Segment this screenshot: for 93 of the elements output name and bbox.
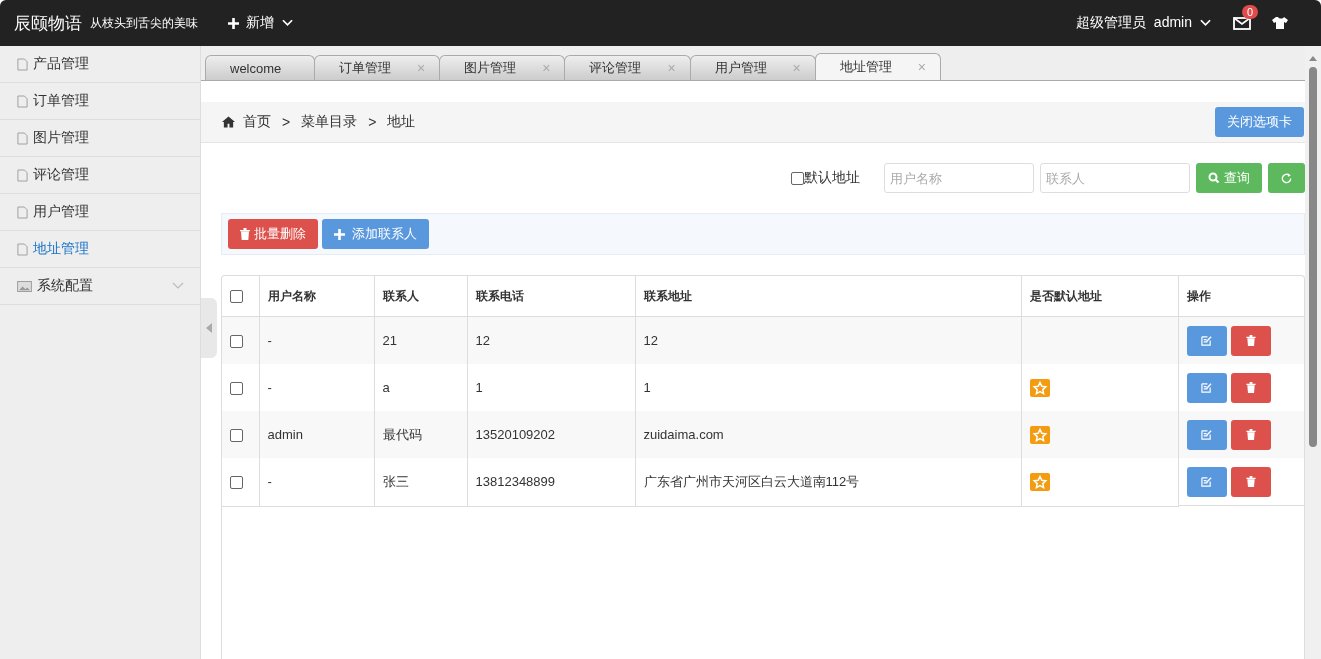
sidebar-item[interactable]: 产品管理	[0, 46, 200, 83]
table-cell: admin	[267, 427, 303, 442]
chevron-down-icon	[282, 19, 293, 27]
select-all-checkbox[interactable]	[230, 290, 243, 304]
row-checkbox[interactable]	[230, 335, 243, 349]
table-cell: 12	[643, 333, 658, 348]
table-cell: 1	[475, 380, 483, 395]
contact-field[interactable]: 联系人	[1040, 163, 1190, 193]
username-field[interactable]: 用户名称	[884, 163, 1034, 193]
edit-icon	[1201, 429, 1212, 440]
tab[interactable]: 地址管理 ×	[814, 53, 941, 80]
table-cell: 广东省广州市天河区白云大道南112号	[643, 473, 860, 489]
edit-button[interactable]	[1186, 372, 1227, 403]
sidebar-item[interactable]: 地址管理	[0, 231, 200, 268]
sidebar-item[interactable]: 系统配置	[0, 268, 200, 305]
delete-button[interactable]	[1230, 466, 1271, 497]
delete-button[interactable]	[1230, 325, 1271, 356]
edit-icon	[1201, 476, 1212, 487]
trash-icon	[1245, 476, 1256, 487]
row-checkbox[interactable]	[230, 476, 243, 490]
sidebar-toggle[interactable]	[201, 298, 217, 358]
breadcrumb-link[interactable]: 菜单目录	[301, 113, 358, 131]
edit-button[interactable]	[1186, 466, 1227, 497]
column-header: 用户名称	[267, 288, 316, 303]
trash-icon	[240, 228, 250, 240]
triangle-up-icon	[1309, 56, 1317, 61]
sidebar-item[interactable]: 用户管理	[0, 194, 200, 231]
tshirt-icon[interactable]	[1271, 16, 1289, 30]
table-cell: 13520109202	[475, 427, 556, 442]
breadcrumb-separator: >	[282, 114, 291, 130]
breadcrumb-link[interactable]: 地址	[387, 113, 416, 131]
sidebar-item[interactable]: 评论管理	[0, 157, 200, 194]
scrollbar[interactable]	[1305, 46, 1321, 659]
table-cell: -	[267, 380, 272, 395]
breadcrumb-separator: >	[368, 114, 377, 130]
chevron-down-icon	[172, 282, 184, 290]
delete-button[interactable]	[1230, 372, 1271, 403]
column-header: 联系地址	[643, 288, 692, 303]
refresh-button[interactable]	[1268, 163, 1305, 193]
mail-count-badge: 0	[1242, 4, 1259, 19]
triangle-left-icon	[206, 323, 212, 333]
table-cell: -	[267, 333, 272, 348]
table-cell: zuidaima.com	[643, 427, 724, 442]
sidebar-item[interactable]: 订单管理	[0, 83, 200, 120]
chevron-down-icon	[1200, 19, 1211, 27]
mail-icon[interactable]	[1233, 16, 1251, 30]
document-icon	[17, 94, 28, 108]
table-cell: 最代码	[382, 426, 422, 442]
breadcrumb-link[interactable]: 首页	[243, 113, 271, 131]
tab[interactable]: 用户管理 ×	[689, 55, 816, 80]
trash-icon	[1245, 429, 1256, 440]
tab[interactable]: welcome	[205, 55, 315, 80]
edit-button[interactable]	[1186, 325, 1227, 356]
plus-icon	[334, 228, 345, 240]
new-menu[interactable]: 新增	[228, 14, 293, 32]
column-header: 联系人	[382, 288, 419, 303]
tab[interactable]: 评论管理 ×	[564, 55, 691, 80]
document-icon	[17, 242, 28, 256]
table-cell: 13812348899	[475, 474, 556, 490]
column-header: 是否默认地址	[1029, 288, 1102, 303]
row-checkbox[interactable]	[230, 382, 243, 396]
batch-delete-button[interactable]: 批量删除	[228, 219, 318, 249]
document-icon	[17, 57, 28, 71]
sidebar-item[interactable]: 图片管理	[0, 120, 200, 157]
table-cell: -	[267, 474, 272, 490]
plus-icon	[228, 17, 239, 29]
table-cell: 12	[475, 333, 490, 348]
tab[interactable]: 图片管理 ×	[439, 55, 566, 80]
edit-button[interactable]	[1186, 419, 1227, 450]
refresh-icon	[1280, 171, 1293, 185]
edit-icon	[1201, 335, 1212, 346]
default-address-checkbox[interactable]: 默认地址	[791, 169, 860, 187]
document-icon	[17, 131, 28, 145]
home-icon	[222, 116, 235, 128]
row-checkbox[interactable]	[230, 429, 243, 443]
table-cell: a	[382, 380, 390, 395]
search-icon	[1208, 172, 1220, 184]
user-menu[interactable]: 超级管理员 admin	[1076, 14, 1211, 32]
table-cell: 张三	[382, 473, 409, 489]
column-header: 操作	[1186, 288, 1211, 303]
brand-slogan: 从枝头到舌尖的美味	[90, 14, 198, 32]
image-icon	[17, 280, 32, 292]
document-icon	[17, 205, 28, 219]
trash-icon	[1245, 335, 1256, 346]
edit-icon	[1201, 382, 1212, 393]
column-header: 联系电话	[475, 288, 524, 303]
table-cell: 1	[643, 380, 651, 395]
trash-icon	[1245, 382, 1256, 393]
delete-button[interactable]	[1230, 419, 1271, 450]
brand-title: 辰颐物语	[14, 12, 82, 35]
document-icon	[17, 168, 28, 182]
tab[interactable]: 订单管理 ×	[314, 55, 441, 80]
table-cell: 21	[382, 333, 397, 348]
